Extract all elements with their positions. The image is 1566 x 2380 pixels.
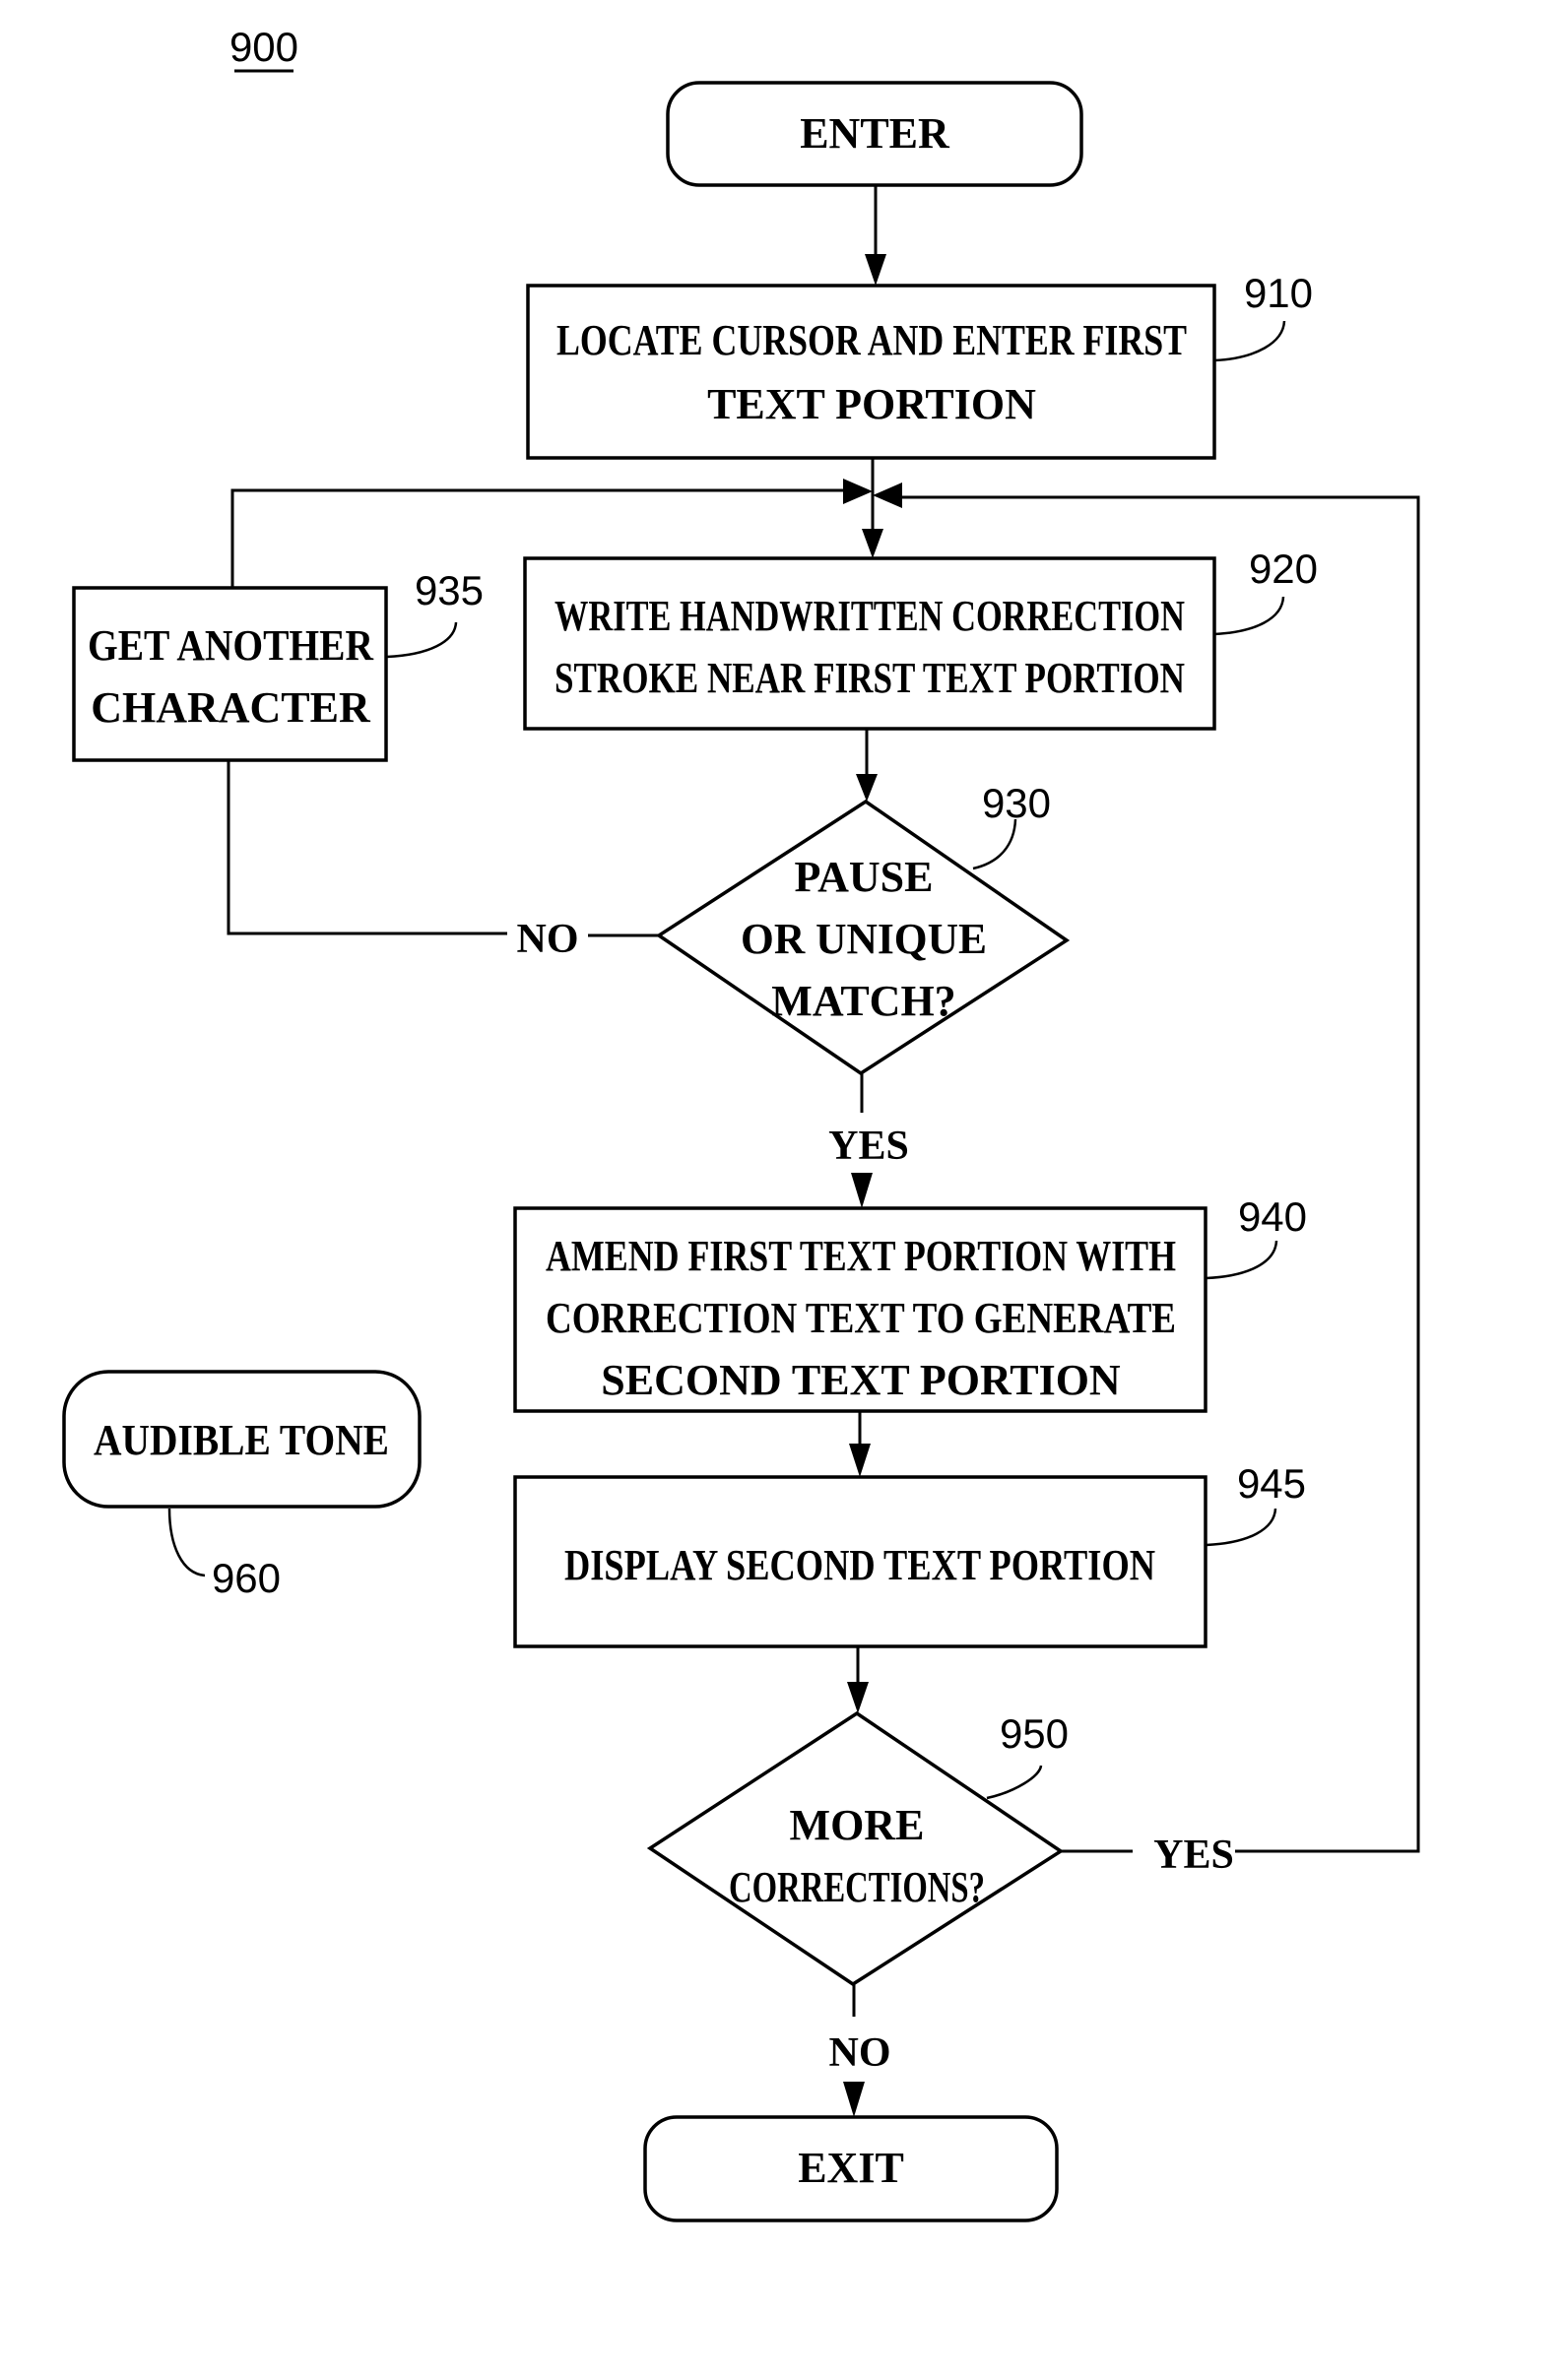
decision-950-line-2: CORRECTIONS? (729, 1863, 985, 1911)
decision-950-leader (986, 1765, 1043, 1800)
decision-930-line-2: OR UNIQUE (741, 915, 987, 963)
decision-930-ref: 930 (982, 780, 1051, 826)
arrowhead-icon (849, 1444, 871, 1477)
step-940-ref: 940 (1238, 1193, 1307, 1240)
step-940-leader (1206, 1240, 1278, 1280)
decision-950-no-label: NO (829, 2030, 891, 2076)
exit-label: EXIT (798, 2144, 904, 2192)
step-945-leader (1206, 1508, 1277, 1547)
step-910-line-1: LOCATE CURSOR AND ENTER FIRST (556, 316, 1187, 364)
step-910-box[interactable] (526, 284, 1216, 460)
arrowhead-icon (862, 529, 883, 558)
step-910-ref: 910 (1244, 270, 1313, 316)
arrowhead-icon (856, 774, 878, 802)
arrowhead-icon (873, 482, 902, 508)
flowchart-900: 900 ENTER LOCATE CURSOR AND ENTER FIRST … (62, 24, 1420, 2222)
connector-930-no-935 (227, 760, 507, 935)
step-935-line-2: CHARACTER (91, 683, 371, 732)
step-940-line-2: CORRECTION TEXT TO GENERATE (546, 1294, 1176, 1342)
audible-tone-label: AUDIBLE TONE (94, 1416, 389, 1464)
decision-950-yes-label: YES (1153, 1833, 1234, 1878)
enter-label: ENTER (800, 109, 950, 158)
step-920-line-2: STROKE NEAR FIRST TEXT PORTION (555, 654, 1185, 702)
arrowhead-icon (843, 2082, 865, 2117)
step-940-line-3: SECOND TEXT PORTION (601, 1356, 1121, 1404)
step-920-line-1: WRITE HANDWRITTEN CORRECTION (555, 592, 1185, 640)
step-935-box[interactable] (72, 586, 388, 762)
decision-930-yes-label: YES (828, 1124, 909, 1169)
arrowhead-icon (851, 1173, 873, 1208)
step-945-line-1: DISPLAY SECOND TEXT PORTION (564, 1541, 1155, 1589)
figure-number: 900 (229, 24, 298, 70)
decision-930-no-label: NO (517, 917, 579, 962)
step-935-line-1: GET ANOTHER (88, 621, 374, 670)
audible-tone-ref: 960 (212, 1555, 281, 1601)
step-920-box[interactable] (523, 556, 1216, 731)
audible-tone-leader (167, 1508, 206, 1577)
decision-930-line-1: PAUSE (795, 853, 934, 901)
step-910-line-2: TEXT PORTION (707, 380, 1036, 428)
arrowhead-icon (843, 479, 873, 504)
decision-950-line-1: MORE (790, 1801, 925, 1849)
decision-930-line-3: MATCH? (771, 977, 955, 1025)
step-920-ref: 920 (1249, 546, 1318, 592)
step-940-line-1: AMEND FIRST TEXT PORTION WITH (546, 1232, 1176, 1280)
step-935-leader (386, 621, 458, 659)
arrowhead-icon (865, 254, 886, 286)
decision-950-ref: 950 (1000, 1710, 1069, 1757)
decision-930-leader (972, 818, 1017, 870)
step-935-ref: 935 (415, 567, 484, 613)
step-945-ref: 945 (1237, 1460, 1306, 1507)
arrowhead-icon (847, 1682, 869, 1713)
step-910-leader (1213, 320, 1286, 362)
step-920-leader (1213, 596, 1285, 636)
